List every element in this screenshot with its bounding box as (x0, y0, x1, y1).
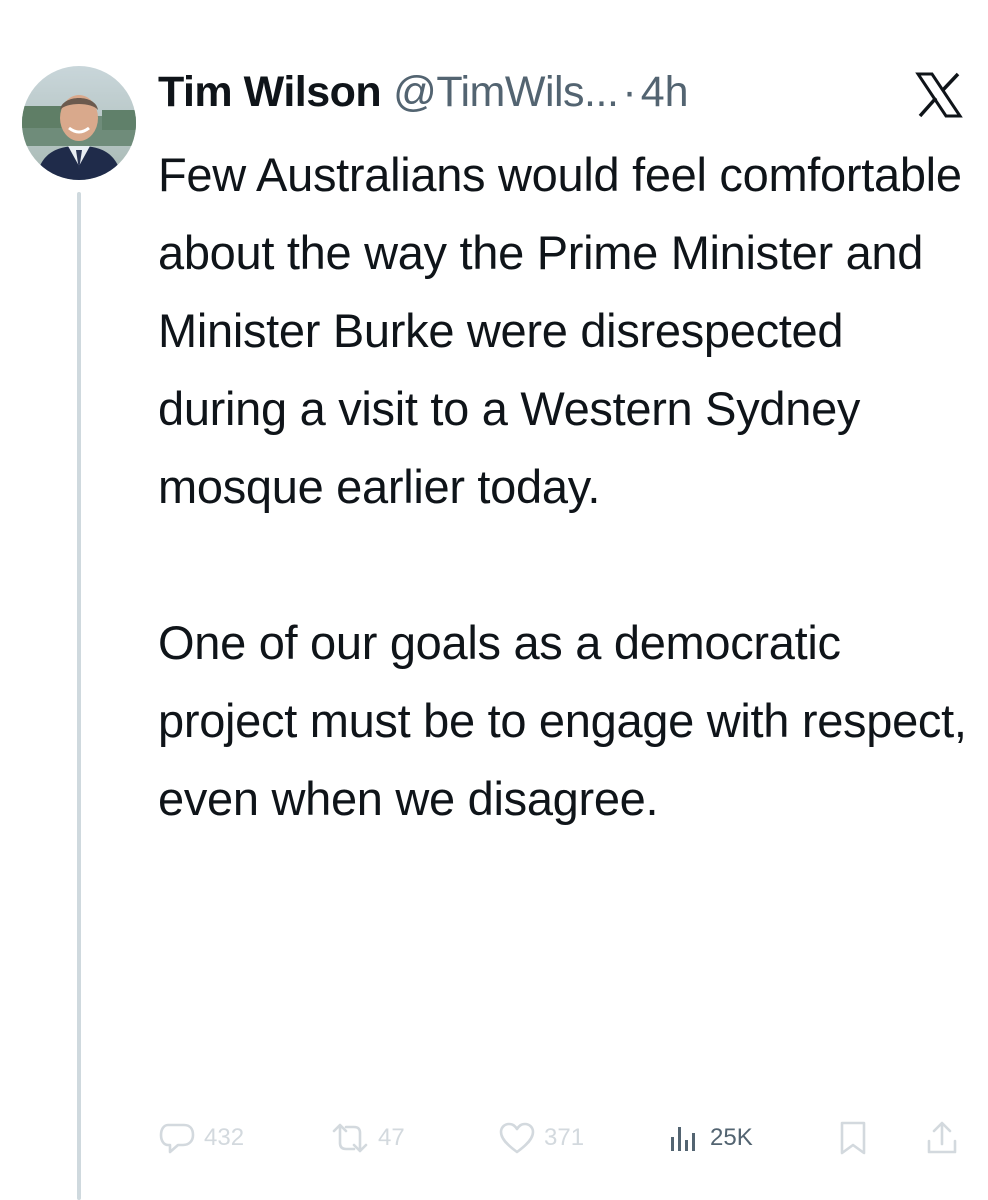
heart-icon (498, 1121, 536, 1155)
post-time[interactable]: 4h (641, 64, 689, 120)
share-icon (924, 1120, 960, 1156)
views-button[interactable]: 25K (666, 1116, 753, 1160)
tweet-header: Tim Wilson @TimWils... · 4h (158, 64, 689, 120)
repost-button[interactable]: 47 (330, 1116, 405, 1160)
repost-count: 47 (378, 1124, 405, 1151)
reply-icon (158, 1121, 196, 1155)
like-button[interactable]: 371 (498, 1116, 584, 1160)
reply-count: 432 (204, 1124, 245, 1151)
tweet-text: Few Australians would feel comfortable a… (158, 136, 968, 838)
bookmark-button[interactable] (836, 1116, 870, 1160)
tweet-paragraph: One of our goals as a democratic project… (158, 616, 967, 825)
avatar[interactable] (22, 66, 136, 180)
author-name[interactable]: Tim Wilson (158, 64, 382, 120)
reply-button[interactable]: 432 (158, 1116, 244, 1160)
repost-icon (330, 1121, 370, 1155)
author-handle[interactable]: @TimWils... (393, 64, 619, 120)
thread-line (77, 192, 81, 1200)
like-count: 371 (544, 1124, 585, 1151)
x-logo-icon (914, 72, 964, 118)
tweet-paragraph: Few Australians would feel comfortable a… (158, 148, 962, 513)
action-bar: 432 47 371 25K (158, 1116, 968, 1160)
views-count: 25K (710, 1124, 753, 1151)
bookmark-icon (836, 1120, 870, 1156)
header-separator: · (622, 68, 637, 116)
share-button[interactable] (924, 1116, 960, 1160)
views-icon (666, 1121, 702, 1155)
